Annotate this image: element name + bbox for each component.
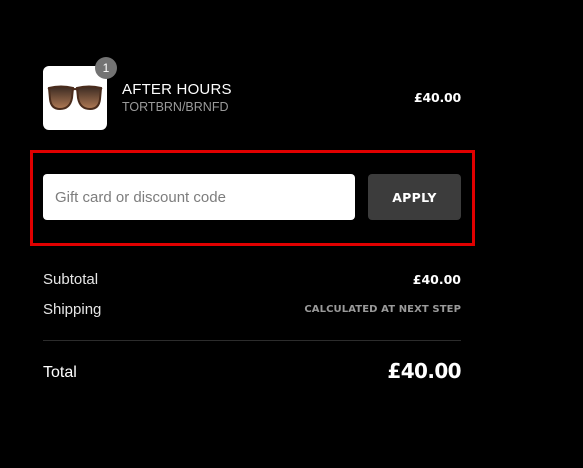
quantity-badge: 1 bbox=[95, 57, 117, 79]
total-label: Total bbox=[43, 364, 77, 381]
product-name: AFTER HOURS bbox=[122, 81, 232, 98]
apply-button[interactable]: APPLY bbox=[368, 174, 461, 220]
sunglasses-icon bbox=[47, 85, 103, 111]
discount-section: APPLY bbox=[30, 150, 475, 246]
product-price: £40.00 bbox=[413, 90, 461, 105]
product-variant: TORTBRN/BRNFD bbox=[122, 100, 229, 114]
discount-code-input[interactable] bbox=[43, 174, 355, 220]
subtotal-value: £40.00 bbox=[412, 272, 461, 287]
shipping-value: CALCULATED AT NEXT STEP bbox=[304, 304, 461, 315]
divider bbox=[43, 340, 461, 341]
subtotal-label: Subtotal bbox=[43, 271, 99, 288]
total-value: £40.00 bbox=[387, 359, 461, 383]
line-item: 1 AFTER HOURS TORTBRN/BRNFD £40.00 bbox=[43, 57, 461, 130]
shipping-label: Shipping bbox=[43, 301, 102, 318]
